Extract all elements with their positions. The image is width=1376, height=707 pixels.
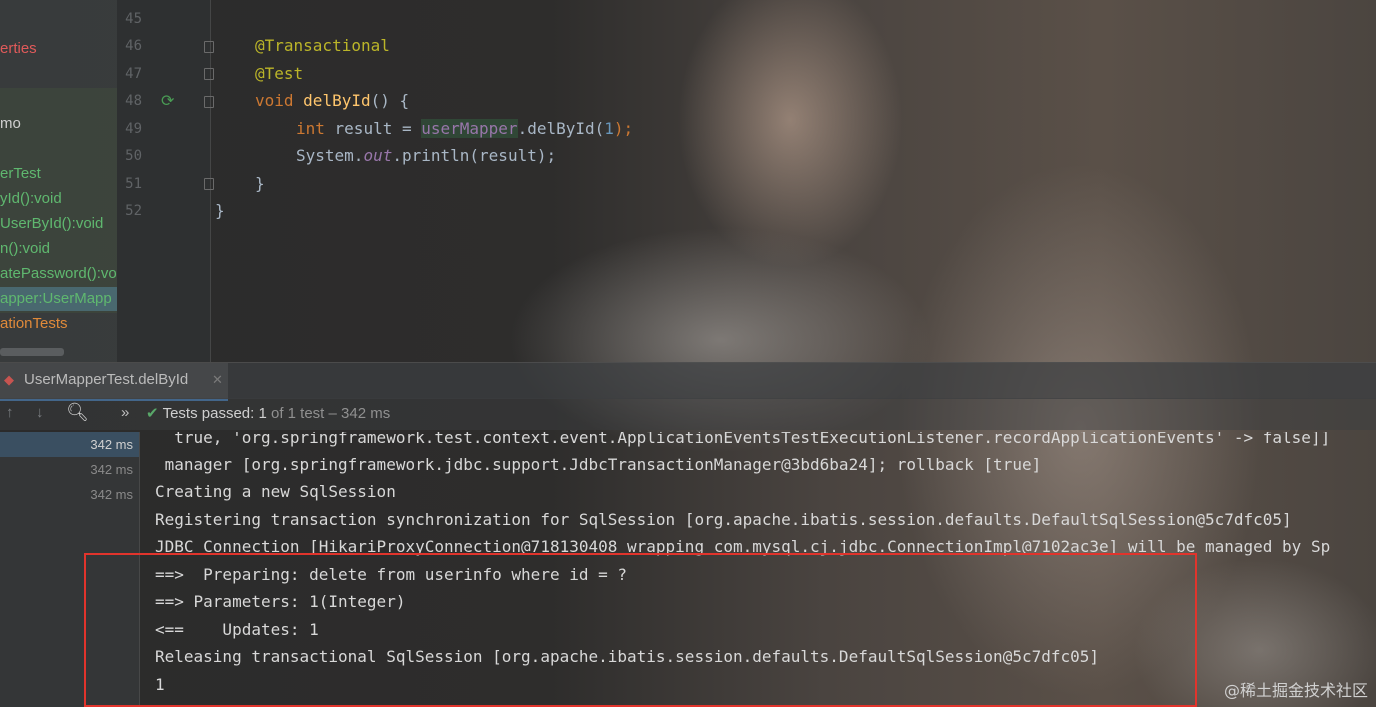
annotation-transactional: @Transactional (255, 36, 390, 55)
expand-more-icon[interactable]: » (121, 404, 129, 421)
arrow-down-icon[interactable]: ↓ (36, 404, 44, 421)
test-duration: 342 ms (90, 462, 133, 477)
highlight-box (84, 553, 1197, 707)
tree-item-label: UserById():void (0, 215, 104, 232)
run-tab-label: UserMapperTest.delById (24, 371, 189, 388)
tree-item-label: atePassword():vo (0, 265, 117, 282)
tree-item-label: mo (0, 115, 21, 132)
tree-item-demo[interactable]: mo (0, 112, 21, 136)
argument-value: 1 (604, 119, 614, 138)
test-toolbar: ↑ ↓ 🔍︎ » ✔ Tests passed: 1 of 1 test – 34… (0, 398, 1376, 430)
console-line: Registering transaction synchronization … (155, 510, 1292, 529)
tests-passed-label: Tests passed: (162, 405, 255, 422)
tree-item-label: yId():void (0, 190, 62, 207)
fold-marker-icon[interactable] (204, 96, 214, 108)
call-end: ); (613, 119, 634, 138)
code-line-48: void delById() { (255, 87, 409, 115)
line-number: 51 (125, 176, 142, 192)
line-number: 45 (125, 11, 142, 27)
run-tab[interactable]: ◆ UserMapperTest.delById ✕ (0, 363, 228, 401)
line-number: 52 (125, 203, 142, 219)
run-test-gutter-icon[interactable]: ⟳ (161, 91, 174, 110)
test-status: ✔ Tests passed: 1 of 1 test – 342 ms (146, 404, 390, 422)
tests-passed-detail: of 1 test – 342 ms (270, 405, 391, 422)
tree-item-applicationtests[interactable]: ationTests (0, 312, 68, 336)
close-brace: } (255, 174, 265, 193)
line-number: 49 (125, 121, 142, 137)
fold-marker-icon[interactable] (204, 68, 214, 80)
check-icon: ✔ (146, 405, 159, 422)
code-line-52: } (215, 197, 225, 225)
test-result-row[interactable]: 342 ms (0, 482, 139, 507)
field-usermapper: userMapper (421, 119, 518, 138)
code-line-49: int result = userMapper.delById(1); (296, 115, 633, 143)
tree-item-usermappertest[interactable]: erTest (0, 162, 41, 186)
test-duration: 342 ms (90, 487, 133, 502)
tests-passed-count: 1 (258, 405, 267, 422)
code-line-47: @Test (255, 60, 303, 88)
run-tool-window-tabs: ◆ UserMapperTest.delById ✕ (0, 362, 1376, 401)
method-signature-rest: () { (370, 91, 410, 110)
code-line-46: @Transactional (255, 32, 390, 60)
line-number: 46 (125, 38, 142, 54)
fold-marker-icon[interactable] (204, 178, 214, 190)
call-delbyid: .delById( (517, 119, 605, 138)
code-line-51: } (255, 170, 265, 198)
method-name: delById (303, 91, 371, 110)
fold-marker-icon[interactable] (204, 41, 214, 53)
console-line: manager [org.springframework.jdbc.suppor… (155, 455, 1042, 474)
test-result-row[interactable]: 342 ms (0, 457, 139, 482)
line-number: 47 (125, 66, 142, 82)
horizontal-scrollbar[interactable] (0, 348, 64, 356)
tree-item-delbyid[interactable]: yId():void (0, 187, 62, 211)
search-history-icon[interactable]: 🔍︎ (66, 402, 89, 423)
system-class: System. (296, 146, 364, 165)
tree-item-login[interactable]: n():void (0, 237, 50, 261)
tree-item-label: ationTests (0, 315, 68, 332)
field-out: out (363, 146, 393, 165)
close-icon[interactable]: ✕ (212, 372, 223, 388)
keyword-void: void (255, 91, 294, 110)
tree-item-updatepassword[interactable]: atePassword():vo (0, 262, 117, 286)
console-line: true, 'org.springframework.test.context.… (155, 432, 1331, 447)
tree-item-label: n():void (0, 240, 51, 257)
watermark: @稀土掘金技术社区 (1223, 681, 1368, 700)
tree-item-label: erTest (0, 165, 41, 182)
tree-item-label: apper:UserMapp (0, 290, 112, 307)
test-duration: 342 ms (90, 437, 133, 452)
console-line: Creating a new SqlSession (155, 482, 396, 501)
tree-item-usermapper-field[interactable]: apper:UserMapp (0, 287, 117, 311)
project-tree: erties mo erTest yId():void UserById():v… (0, 0, 117, 362)
tree-item-properties[interactable]: erties (0, 37, 37, 61)
line-number: 48 (125, 93, 142, 109)
tree-item-label: erties (0, 40, 37, 57)
keyword-int: int (296, 119, 325, 138)
editor-gutter: 45 46 47 48 49 50 51 52 ⟳ (117, 0, 214, 362)
println-call: .println(result); (392, 146, 557, 165)
run-config-icon: ◆ (4, 372, 14, 387)
line-number: 50 (125, 148, 142, 164)
arrow-up-icon[interactable]: ↑ (6, 404, 14, 421)
close-brace: } (215, 201, 225, 220)
annotation-test: @Test (255, 64, 304, 83)
tree-item-getuserbyid[interactable]: UserById():void (0, 212, 103, 236)
result-declaration: result = (324, 119, 422, 138)
code-line-50: System.out.println(result); (296, 142, 556, 170)
test-result-row[interactable]: 342 ms (0, 432, 139, 457)
